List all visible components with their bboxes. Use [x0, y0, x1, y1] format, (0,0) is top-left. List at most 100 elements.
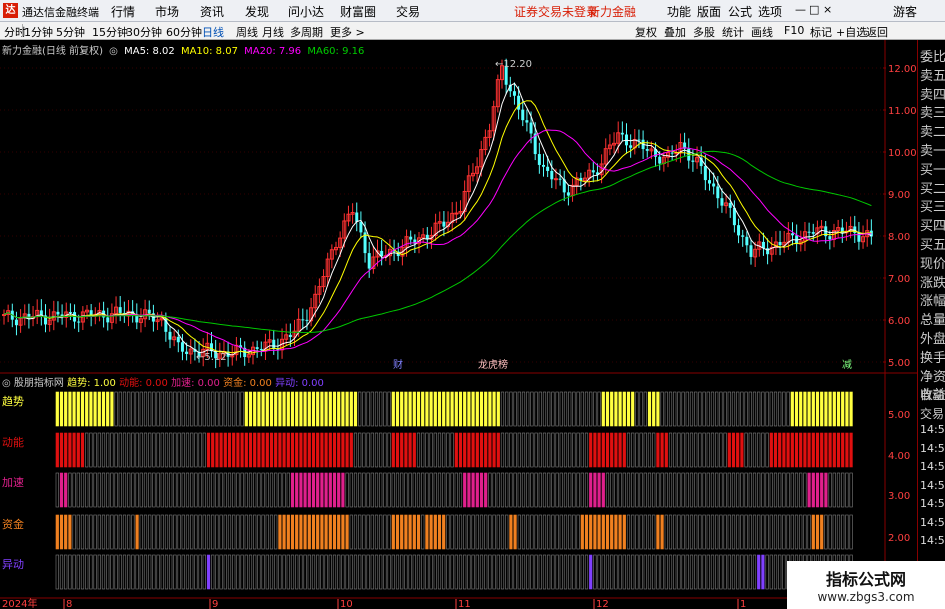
period-3[interactable]: 15分钟 [92, 24, 128, 40]
menu-item-3[interactable]: 发现 [245, 3, 269, 20]
period-9[interactable]: 多周期 [290, 24, 323, 40]
side-label-2[interactable]: 卖四 [920, 84, 945, 103]
restore-icon[interactable]: □ [809, 3, 819, 16]
side-label-14[interactable]: 总量 [920, 309, 945, 328]
period-1[interactable]: 1分钟 [24, 24, 53, 40]
menu-item-4[interactable]: 问小达 [288, 3, 324, 20]
indicator-bar [534, 554, 538, 590]
period-6[interactable]: 日线 [202, 24, 224, 40]
period-10[interactable]: 更多 > [330, 24, 365, 40]
side-label-4[interactable]: 卖二 [920, 121, 945, 140]
period-4[interactable]: 30分钟 [126, 24, 162, 40]
indicator-bar [345, 514, 349, 550]
indicator-bar [555, 472, 559, 508]
period-7[interactable]: 周线 [236, 24, 258, 40]
indicator-bar [828, 514, 832, 550]
side-label-9[interactable]: 买四 [920, 215, 945, 234]
side-label-8[interactable]: 买三 [920, 196, 945, 215]
indicator-bar [656, 432, 660, 468]
indicator-bar [110, 472, 114, 508]
toolbar-btn-8[interactable]: 返回 [866, 24, 888, 40]
side-label-3[interactable]: 卖三 [920, 102, 945, 121]
settings-icon[interactable]: ◎ [109, 46, 118, 57]
indicator-bar [169, 432, 173, 468]
menu-item-0[interactable]: 行情 [111, 3, 135, 20]
indicator-bar [836, 472, 841, 508]
side-label-13[interactable]: 涨幅 [920, 290, 945, 309]
menu-right-3[interactable]: 选项 [758, 3, 782, 20]
candle-body [546, 166, 550, 171]
side-label-15[interactable]: 外盘 [920, 328, 945, 347]
side-label-6[interactable]: 买一 [920, 159, 945, 178]
side-label-12[interactable]: 涨跌 [920, 272, 945, 291]
side-label-17[interactable]: 净资 [920, 366, 945, 385]
indicator-bar [198, 472, 202, 508]
period-8[interactable]: 月线 [262, 24, 284, 40]
login-notice[interactable]: 证券交易未登录 [514, 3, 598, 20]
indicator-bar [744, 514, 748, 550]
period-2[interactable]: 5分钟 [56, 24, 85, 40]
indicator-bar [526, 554, 530, 590]
toolbar-btn-3[interactable]: 统计 [722, 24, 744, 40]
candle-body [288, 334, 292, 338]
indicator-bar [248, 391, 253, 427]
menu-item-6[interactable]: 交易 [396, 3, 420, 20]
side-label-11[interactable]: 现价 [920, 253, 945, 272]
indicator-bar [416, 391, 421, 427]
side-label-5[interactable]: 卖一 [920, 140, 945, 159]
guest-button[interactable]: 游客 [893, 3, 917, 20]
indicator-bar [400, 472, 404, 508]
indicator-bar [702, 472, 706, 508]
toolbar-btn-1[interactable]: 叠加 [664, 24, 686, 40]
marker-dragon-tiger[interactable]: 龙虎榜 [478, 358, 508, 371]
indicator-bar [828, 391, 832, 427]
side-label-10[interactable]: 买五 [920, 234, 945, 253]
kline-chart[interactable]: 12.0011.0010.009.008.007.006.005.00←12.2… [0, 40, 917, 609]
toolbar-btn-2[interactable]: 多股 [693, 24, 715, 40]
toolbar-divider [22, 24, 23, 37]
side-label-0[interactable]: 委比 [920, 46, 945, 65]
indicator-bar [458, 432, 463, 468]
indicator-bar [202, 514, 206, 550]
toolbar-btn-4[interactable]: 画线 [751, 24, 773, 40]
candle-body [529, 122, 533, 134]
indicator-bar [521, 391, 526, 427]
menu-item-1[interactable]: 市场 [155, 3, 179, 20]
indicator-bar [173, 554, 177, 590]
indicator-bar [80, 514, 85, 550]
indicator-bar [450, 472, 454, 508]
indicator-bar [391, 472, 395, 508]
indicator-bar [152, 472, 156, 508]
menu-right-0[interactable]: 功能 [667, 3, 691, 20]
minimize-icon[interactable]: — [795, 3, 806, 16]
indicator-bar [362, 514, 366, 550]
marker-cai[interactable]: 财 [393, 358, 403, 371]
indicator-bar [639, 432, 643, 468]
indicator-bar [194, 432, 198, 468]
menu-right-2[interactable]: 公式 [728, 3, 752, 20]
indicator-bar [626, 554, 631, 590]
indicator-bar [509, 432, 513, 468]
indicator-bar [106, 432, 110, 468]
indicator-bar [652, 554, 656, 590]
marker-jian[interactable]: 减 [842, 359, 852, 371]
toolbar-btn-6[interactable]: 标记 [810, 24, 832, 40]
indicator-bar [723, 432, 727, 468]
menu-item-2[interactable]: 资讯 [200, 3, 224, 20]
close-icon[interactable]: × [823, 3, 832, 16]
indicator-bar [93, 391, 97, 427]
menu-item-5[interactable]: 财富圈 [340, 3, 376, 20]
toolbar-btn-0[interactable]: 复权 [635, 24, 657, 40]
indicator-bar [257, 514, 261, 550]
indicator-bar [471, 514, 475, 550]
side-label-1[interactable]: 卖五 [920, 65, 945, 84]
toolbar-btn-7[interactable]: +自选 [836, 24, 867, 40]
toolbar-btn-5[interactable]: F10 [784, 24, 804, 37]
menu-right-1[interactable]: 版面 [697, 3, 721, 20]
side-label-16[interactable]: 换手 [920, 347, 945, 366]
side-label-7[interactable]: 买二 [920, 178, 945, 197]
indicator-bar [248, 554, 253, 590]
indicator-bar [64, 391, 68, 427]
indicator-bar [492, 432, 496, 468]
period-5[interactable]: 60分钟 [166, 24, 202, 40]
